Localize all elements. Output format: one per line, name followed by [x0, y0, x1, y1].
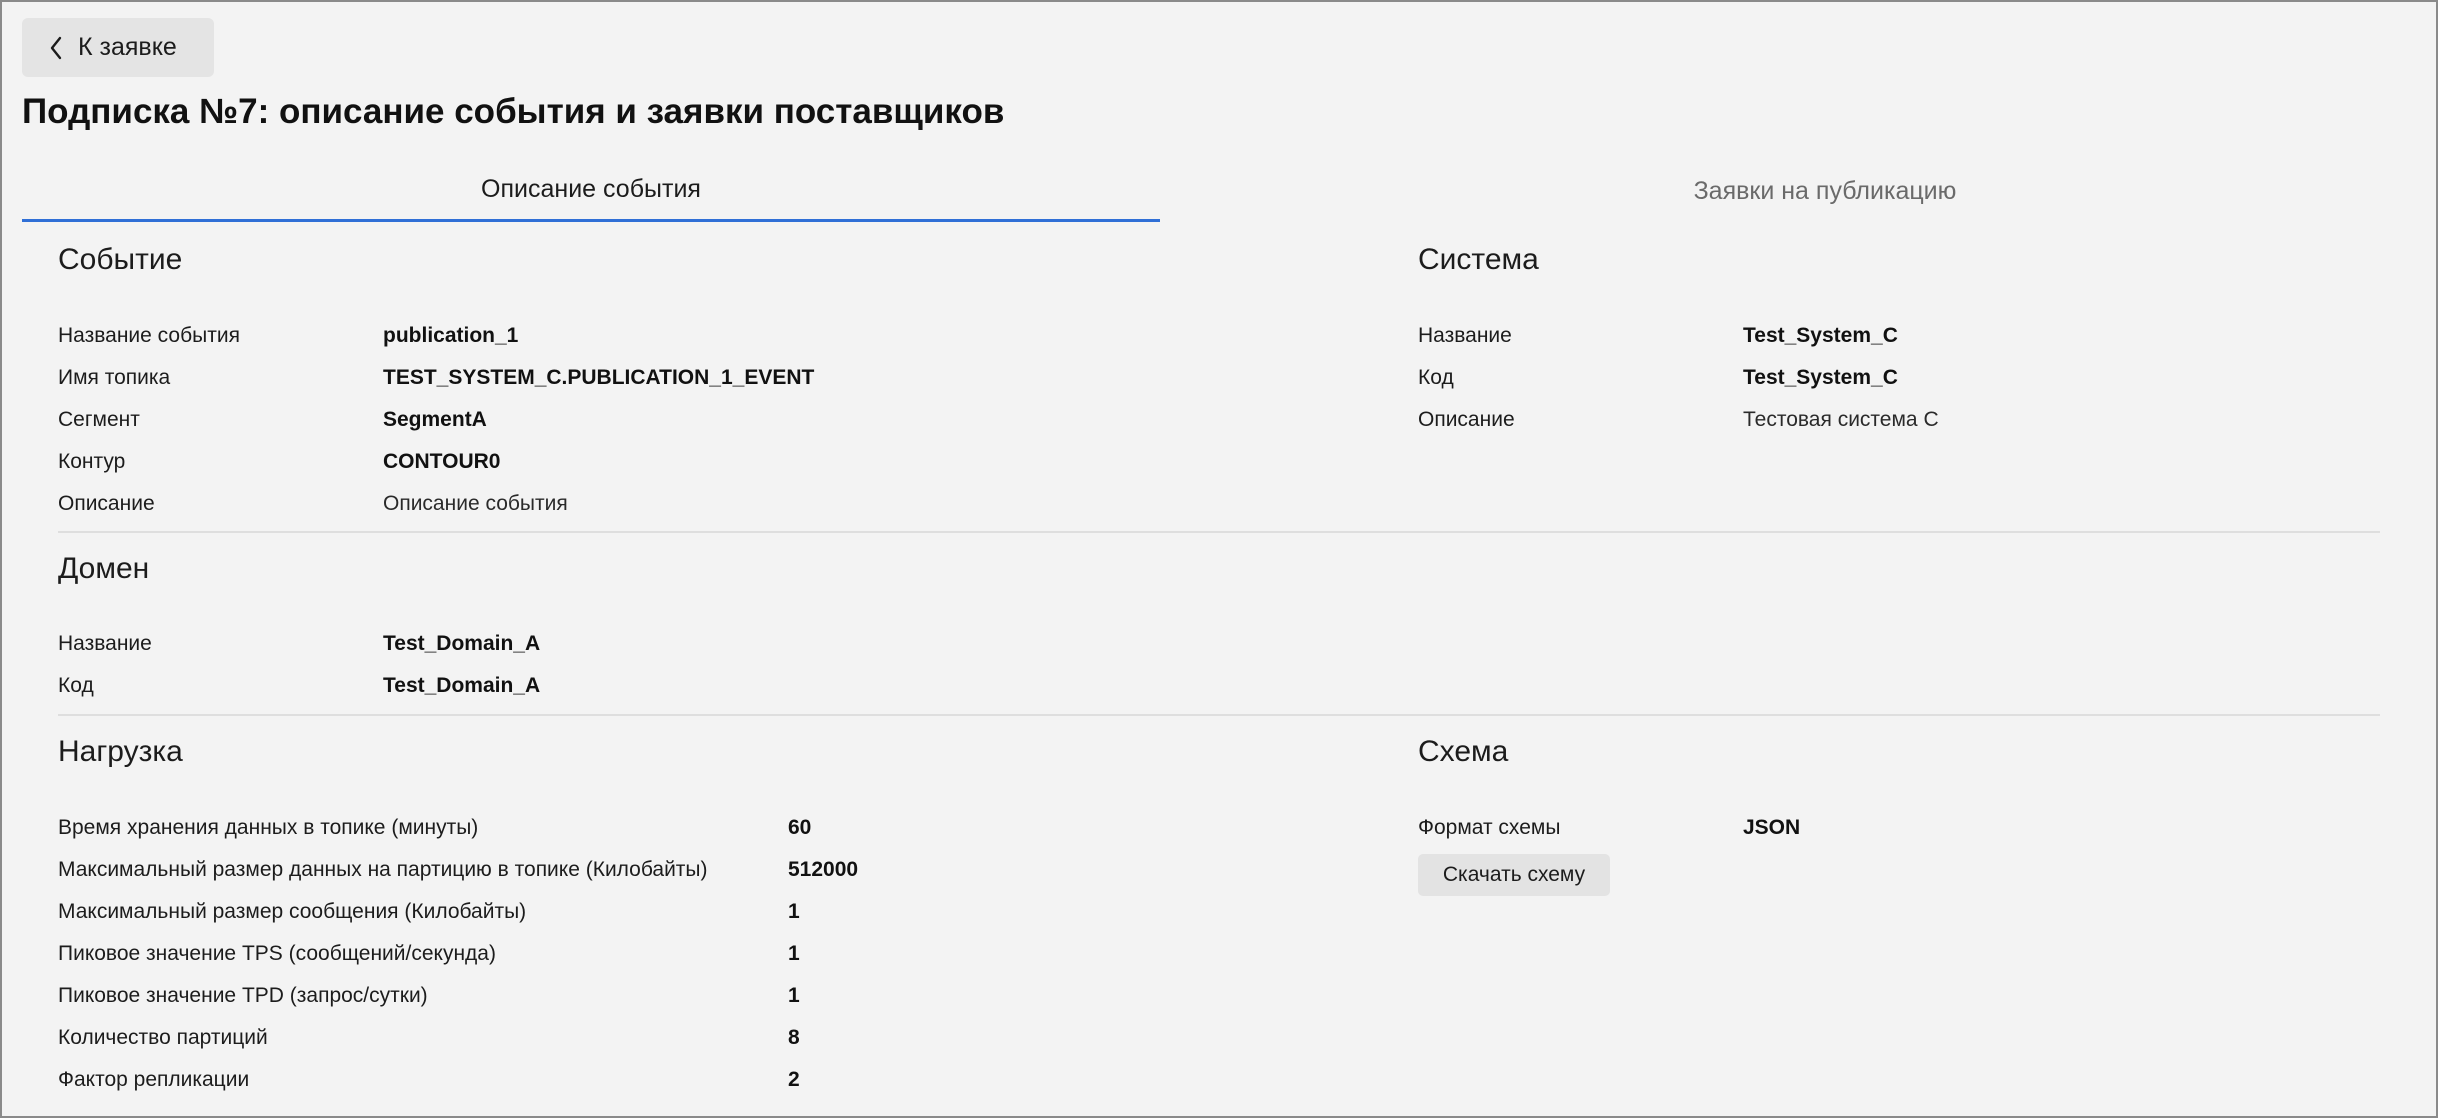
- section-divider: [58, 531, 2380, 533]
- schema-section-title: Схема: [1418, 735, 1509, 768]
- load-tps-value: 1: [788, 942, 800, 965]
- domain-name-label: Название: [58, 632, 152, 655]
- load-tpd-label: Пиковое значение TPD (запрос/сутки): [58, 984, 428, 1007]
- load-message-size-label: Максимальный размер сообщения (Килобайты…: [58, 900, 527, 923]
- back-to-request-button[interactable]: К заявке: [22, 18, 214, 77]
- load-partition-size-value: 512000: [788, 858, 859, 881]
- load-partitions-value: 8: [788, 1026, 800, 1049]
- tab-publication-requests[interactable]: Заявки на публикацию: [1160, 160, 2438, 222]
- system-code-value: Test_System_C: [1743, 366, 1898, 389]
- system-name-label: Название: [1418, 324, 1512, 347]
- load-tps-label: Пиковое значение TPS (сообщений/секунда): [58, 942, 496, 965]
- segment-value: SegmentA: [383, 408, 487, 431]
- system-code-label: Код: [1418, 366, 1454, 389]
- load-tpd-value: 1: [788, 984, 800, 1007]
- page-title: Подписка №7: описание события и заявки п…: [22, 92, 1005, 131]
- load-retention-value: 60: [788, 816, 812, 839]
- load-message-size-value: 1: [788, 900, 800, 923]
- load-replication-value: 2: [788, 1068, 800, 1091]
- schema-format-value: JSON: [1743, 816, 1801, 839]
- contour-label: Контур: [58, 450, 126, 473]
- chevron-left-icon: [48, 36, 64, 60]
- load-retention-label: Время хранения данных в топике (минуты): [58, 816, 479, 839]
- system-description-value: Тестовая система С: [1743, 408, 1939, 431]
- back-button-label: К заявке: [78, 33, 177, 61]
- contour-value: CONTOUR0: [383, 450, 501, 473]
- event-section-title: Событие: [58, 243, 183, 276]
- domain-code-value: Test_Domain_A: [383, 674, 541, 697]
- load-partition-size-label: Максимальный размер данных на партицию в…: [58, 858, 708, 881]
- section-divider: [58, 714, 2380, 716]
- topic-name-value: TEST_SYSTEM_C.PUBLICATION_1_EVENT: [383, 366, 815, 389]
- tab-event-description[interactable]: Описание события: [22, 160, 1160, 222]
- system-section-title: Система: [1418, 243, 1539, 276]
- load-replication-label: Фактор репликации: [58, 1068, 250, 1091]
- topic-name-label: Имя топика: [58, 366, 171, 389]
- system-name-value: Test_System_C: [1743, 324, 1898, 347]
- load-partitions-label: Количество партиций: [58, 1026, 268, 1049]
- event-description-label: Описание: [58, 492, 155, 515]
- event-name-label: Название события: [58, 324, 240, 347]
- domain-code-label: Код: [58, 674, 94, 697]
- system-description-label: Описание: [1418, 408, 1515, 431]
- download-schema-button[interactable]: Скачать схему: [1418, 854, 1610, 896]
- event-name-value: publication_1: [383, 324, 519, 347]
- load-section-title: Нагрузка: [58, 735, 183, 768]
- segment-label: Сегмент: [58, 408, 140, 431]
- event-description-value: Описание события: [383, 492, 568, 515]
- tab-bar: Описание события Заявки на публикацию: [22, 160, 2382, 224]
- domain-name-value: Test_Domain_A: [383, 632, 541, 655]
- domain-section-title: Домен: [58, 552, 150, 585]
- schema-format-label: Формат схемы: [1418, 816, 1561, 839]
